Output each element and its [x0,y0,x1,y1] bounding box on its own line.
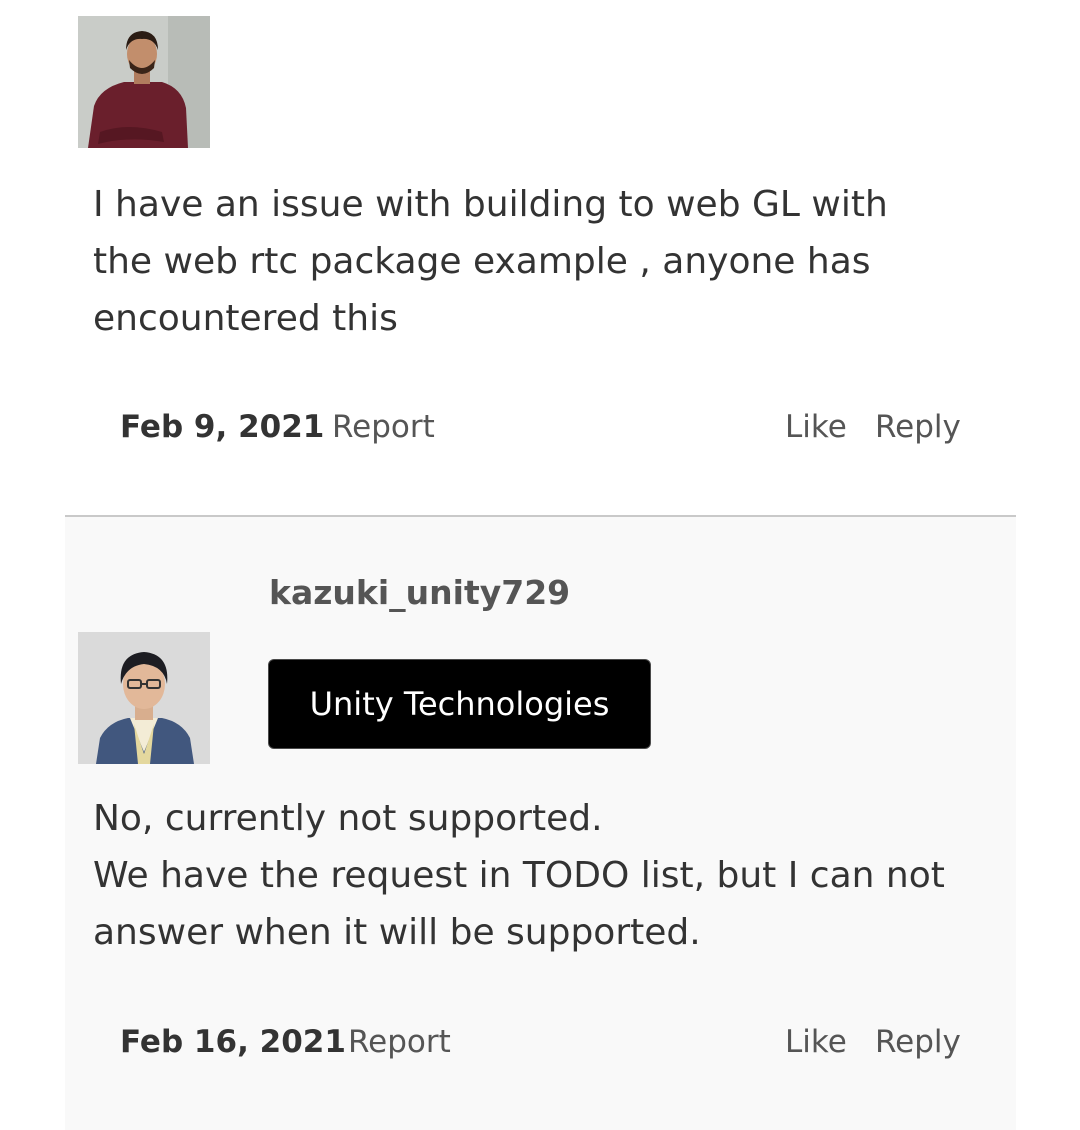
post-date[interactable]: Feb 9, 2021 [120,405,324,449]
user-photo-avatar-icon [78,632,210,764]
forum-thread: I have an issue with building to web GL … [0,0,1080,1130]
post-body-line: We have the request in TODO list, but I … [93,855,945,896]
report-link[interactable]: Report [348,1020,451,1064]
forum-post: kazuki_unity729 Unity Technologies No, c… [65,517,1016,1130]
post-body-line: No, currently not supported. [93,798,603,839]
user-photo-avatar-icon [78,16,210,148]
post-actions: Feb 16, 2021 Report Like Reply [120,1020,961,1064]
post-body: No, currently not supported. We have the… [93,790,993,961]
post-body-line: answer when it will be supported. [93,912,701,953]
username-link[interactable]: kazuki_unity729 [269,573,570,612]
post-actions: Feb 9, 2021 Report Like Reply [120,405,961,449]
reply-button[interactable]: Reply [875,405,961,449]
post-date[interactable]: Feb 16, 2021 [120,1020,346,1064]
report-link[interactable]: Report [332,405,435,449]
user-avatar[interactable] [78,632,210,764]
post-body-line: encountered this [93,298,398,339]
post-body-line: I have an issue with building to web GL … [93,184,888,225]
like-button[interactable]: Like [785,1020,847,1064]
like-button[interactable]: Like [785,405,847,449]
user-avatar[interactable] [78,16,210,148]
post-body-line: the web rtc package example , anyone has [93,241,871,282]
post-body: I have an issue with building to web GL … [93,176,993,347]
reply-button[interactable]: Reply [875,1020,961,1064]
company-badge: Unity Technologies [268,659,651,749]
forum-post: I have an issue with building to web GL … [0,0,1080,516]
